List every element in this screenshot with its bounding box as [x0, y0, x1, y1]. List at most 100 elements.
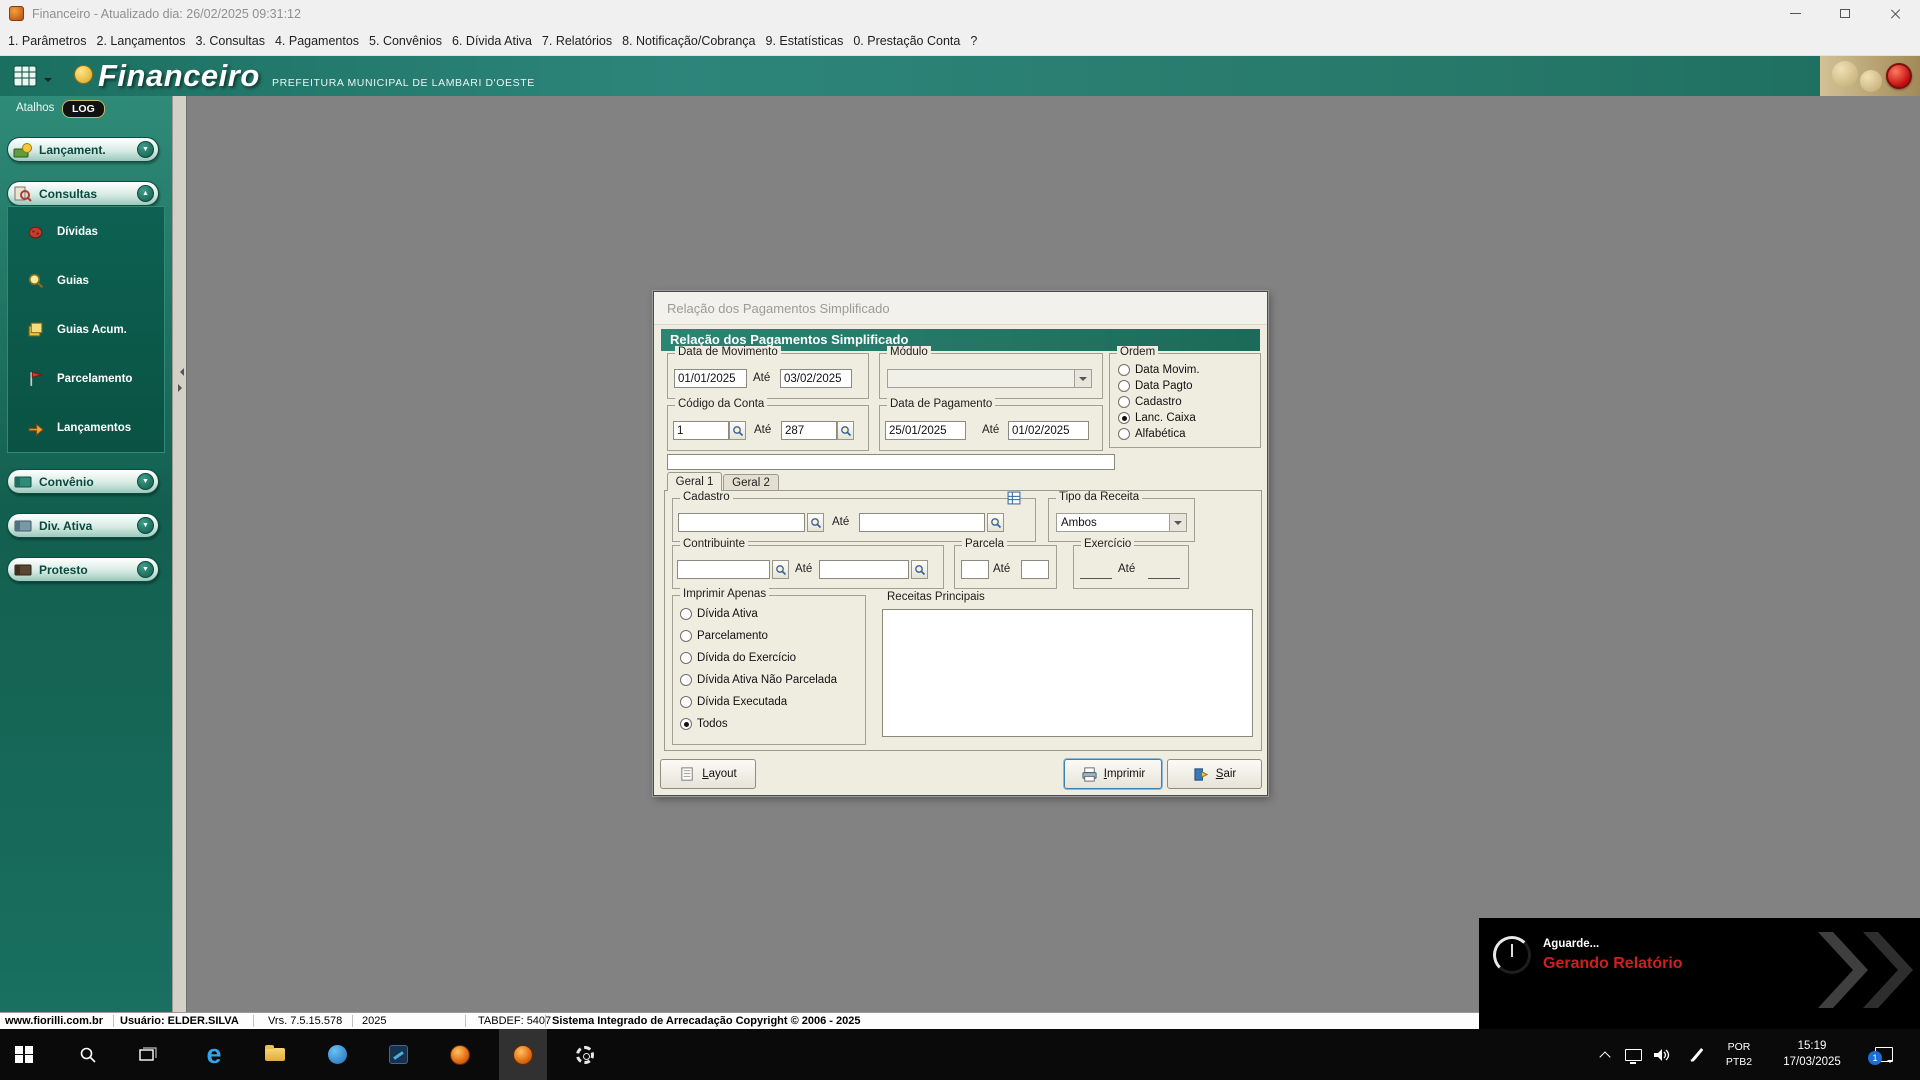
tray-clock-button[interactable]: 15:19 17/03/2025: [1764, 1029, 1860, 1080]
contribuinte-to-input[interactable]: [819, 560, 909, 579]
search-icon: [914, 564, 926, 576]
modulo-select[interactable]: [887, 369, 1092, 388]
combo-arrow-button[interactable]: [1169, 514, 1186, 531]
codigo-conta-from-input[interactable]: [673, 421, 729, 440]
sidebar-item-convenio[interactable]: Convênio ▼: [7, 469, 159, 494]
tray-language-button[interactable]: POR PTB2: [1716, 1029, 1762, 1080]
status-divider: [465, 1015, 466, 1027]
menu-convenios[interactable]: 5. Convênios: [364, 30, 447, 52]
radio-todos[interactable]: Todos: [680, 718, 728, 730]
chevron-down-icon[interactable]: ▼: [137, 517, 154, 534]
sidebar-item-protesto[interactable]: Protesto ▼: [7, 557, 159, 582]
fiorilli-app-button-2-active[interactable]: [499, 1029, 547, 1080]
search-button[interactable]: [729, 421, 746, 440]
submenu-item-guias[interactable]: Guias: [8, 256, 164, 305]
submenu-item-parcelamento[interactable]: Parcelamento: [8, 354, 164, 403]
imprimir-button[interactable]: Imprimir: [1064, 759, 1162, 789]
data-movimento-to-input[interactable]: [780, 369, 852, 388]
menu-parametros[interactable]: 1. Parâmetros: [3, 30, 92, 52]
tab-geral-1[interactable]: Geral 1: [667, 472, 722, 491]
radio-lanc-caixa[interactable]: Lanc. Caixa: [1118, 412, 1196, 424]
sidebar-splitter[interactable]: [172, 96, 187, 1012]
search-button[interactable]: [911, 560, 928, 579]
menu-prestacao-conta[interactable]: 0. Prestação Conta: [848, 30, 965, 52]
radio-divida-ativa[interactable]: Dívida Ativa: [680, 608, 758, 620]
tab-geral-2[interactable]: Geral 2: [723, 474, 779, 491]
parcela-to-input[interactable]: [1021, 560, 1049, 579]
search-button[interactable]: [807, 513, 824, 532]
sidebar-item-div-ativa[interactable]: Div. Ativa ▼: [7, 513, 159, 538]
parcela-from-input[interactable]: [961, 560, 989, 579]
tray-display-button[interactable]: [1618, 1029, 1648, 1080]
app-button-dark[interactable]: [374, 1029, 422, 1080]
sidebar-item-consultas[interactable]: Consultas ▲: [7, 181, 159, 206]
menu-pagamentos[interactable]: 4. Pagamentos: [270, 30, 364, 52]
chevron-down-icon[interactable]: ▼: [137, 473, 154, 490]
dialog-titlebar[interactable]: Relação dos Pagamentos Simplificado: [654, 292, 1267, 325]
contribuinte-from-input[interactable]: [677, 560, 770, 579]
maximize-button[interactable]: [1820, 0, 1870, 27]
sidebar-item-lancamentos[interactable]: Lançament. ▼: [7, 137, 159, 162]
menu-notificacao-cobranca[interactable]: 8. Notificação/Cobrança: [617, 30, 760, 52]
layout-button[interactable]: Layout: [660, 759, 756, 789]
fiorilli-app-button-1[interactable]: [436, 1029, 484, 1080]
data-movimento-from-input[interactable]: [674, 369, 747, 388]
radio-divida-exercicio[interactable]: Dívida do Exercício: [680, 652, 796, 664]
file-explorer-button[interactable]: [251, 1029, 299, 1080]
data-pagamento-to-input[interactable]: [1008, 421, 1089, 440]
close-button[interactable]: [1870, 0, 1920, 27]
radio-divida-nao-parcelada[interactable]: Dívida Ativa Não Parcelada: [680, 674, 837, 686]
edge-button[interactable]: [190, 1029, 238, 1080]
spreadsheet-icon[interactable]: [12, 63, 38, 89]
chevron-up-icon[interactable]: ▲: [137, 185, 154, 202]
tray-volume-button[interactable]: [1648, 1029, 1678, 1080]
submenu-item-guias-acum[interactable]: Guias Acum.: [8, 305, 164, 354]
cadastro-to-input[interactable]: [859, 513, 985, 532]
radio-divida-executada[interactable]: Dívida Executada: [680, 696, 787, 708]
radio-data-movim[interactable]: Data Movim.: [1118, 364, 1200, 376]
search-button[interactable]: [837, 421, 854, 440]
sidebar-tab-atalhos[interactable]: Atalhos: [16, 102, 54, 114]
cadastro-from-input[interactable]: [678, 513, 805, 532]
sidebar-tab-log[interactable]: LOG: [62, 100, 105, 118]
menu-divida-ativa[interactable]: 6. Dívida Ativa: [447, 30, 537, 52]
taskbar-search-button[interactable]: [64, 1029, 112, 1080]
header-dropdown-icon[interactable]: [44, 78, 52, 86]
action-center-button[interactable]: 1: [1862, 1029, 1906, 1080]
radio-data-pagto[interactable]: Data Pagto: [1118, 380, 1193, 392]
menu-lancamentos[interactable]: 2. Lançamentos: [92, 30, 191, 52]
submenu-item-lancamentos[interactable]: Lançamentos: [8, 403, 164, 452]
radio-parcelamento[interactable]: Parcelamento: [680, 630, 768, 642]
submenu-item-dividas[interactable]: Dívidas: [8, 207, 164, 256]
menu-relatorios[interactable]: 7. Relatórios: [537, 30, 617, 52]
codigo-conta-to-input[interactable]: [781, 421, 837, 440]
exercicio-to-input[interactable]: [1148, 560, 1180, 579]
splitter-collapse-icon[interactable]: [176, 368, 184, 376]
minimize-button[interactable]: [1770, 0, 1820, 27]
combo-arrow-button[interactable]: [1074, 370, 1091, 387]
receitas-principais-listbox[interactable]: [882, 609, 1253, 737]
menu-consultas[interactable]: 3. Consultas: [190, 30, 269, 52]
menu-estatisticas[interactable]: 9. Estatísticas: [761, 30, 849, 52]
power-button-icon[interactable]: [1886, 63, 1912, 89]
search-button[interactable]: [772, 560, 789, 579]
tipo-receita-select[interactable]: Ambos: [1056, 513, 1187, 532]
start-button[interactable]: [0, 1029, 48, 1080]
settings-button[interactable]: [561, 1029, 609, 1080]
tray-pen-button[interactable]: [1682, 1029, 1712, 1080]
menu-help[interactable]: ?: [965, 30, 982, 52]
data-pagamento-from-input[interactable]: [885, 421, 966, 440]
chevron-down-icon[interactable]: ▼: [137, 561, 154, 578]
search-button[interactable]: [987, 513, 1004, 532]
radio-alfabetica[interactable]: Alfabética: [1118, 428, 1186, 440]
app-button-blue[interactable]: [313, 1029, 361, 1080]
grid-view-icon[interactable]: [1007, 491, 1021, 505]
sair-button[interactable]: Sair: [1167, 759, 1262, 789]
radio-cadastro[interactable]: Cadastro: [1118, 396, 1182, 408]
group-exercicio: Exercício Até: [1073, 545, 1189, 589]
chevron-down-icon[interactable]: ▼: [137, 141, 154, 158]
tray-overflow-button[interactable]: [1592, 1029, 1618, 1080]
splitter-expand-icon[interactable]: [178, 384, 186, 392]
exercicio-from-input[interactable]: [1080, 560, 1112, 579]
task-view-button[interactable]: [124, 1029, 172, 1080]
